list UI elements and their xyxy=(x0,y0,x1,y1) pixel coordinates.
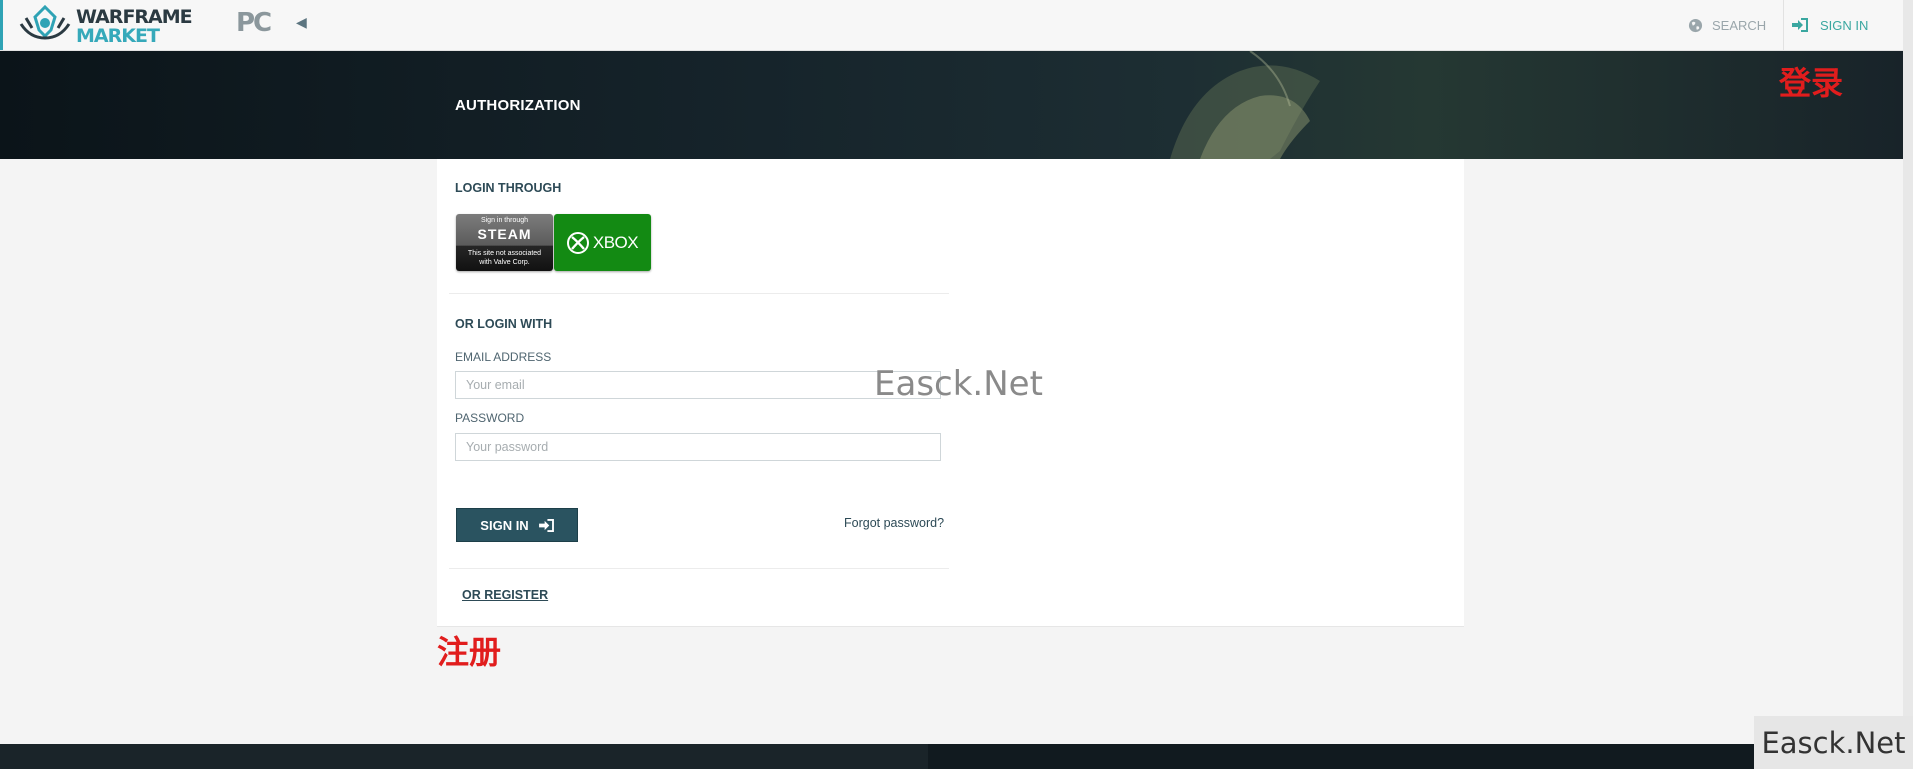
watermark-corner: Easck.Net xyxy=(1754,716,1913,769)
sign-in-icon xyxy=(1792,18,1808,32)
lotus-logo-icon xyxy=(19,4,71,40)
logo-text-market: MARKET xyxy=(76,25,160,47)
divider xyxy=(449,568,949,569)
email-field[interactable] xyxy=(455,371,941,399)
steam-logo-text: STEAM xyxy=(477,226,532,242)
sign-in-button[interactable]: SIGN IN xyxy=(456,508,578,542)
register-link[interactable]: OR REGISTER xyxy=(462,588,548,602)
xbox-logo-icon xyxy=(566,231,589,254)
caret-left-icon[interactable]: ◀ xyxy=(296,14,307,31)
xbox-label: XBOX xyxy=(592,232,639,252)
steam-note-line2: with Valve Corp. xyxy=(479,259,530,266)
footer-left xyxy=(0,744,928,769)
watermark-center: Easck.Net xyxy=(874,364,1043,404)
nav-signin-label: SIGN IN xyxy=(1820,17,1869,33)
login-through-heading: LOGIN THROUGH xyxy=(455,181,562,195)
nav-search-link[interactable]: SEARCH xyxy=(1688,0,1782,50)
steam-signin-button[interactable]: Sign in through STEAM This site not asso… xyxy=(456,214,553,271)
page-title: AUTHORIZATION xyxy=(455,97,581,114)
annotation-register: 注册 xyxy=(437,633,502,671)
annotation-login: 登录 xyxy=(1779,64,1844,102)
logo-accent-bar xyxy=(0,0,3,50)
hero-banner: AUTHORIZATION xyxy=(0,51,1903,159)
password-label: PASSWORD xyxy=(455,411,525,425)
nav-search-label: SEARCH xyxy=(1712,17,1767,33)
banner-artwork xyxy=(1170,51,1320,159)
password-field[interactable] xyxy=(455,433,941,461)
top-navbar: WARFRAME MARKET PC ◀ SEARCH SIGN IN xyxy=(0,0,1903,51)
steam-note-line1: This site not associated xyxy=(467,250,542,257)
forgot-password-link[interactable]: Forgot password? xyxy=(844,516,944,530)
steam-small-text: Sign in through xyxy=(480,217,529,224)
login-with-heading: OR LOGIN WITH xyxy=(455,317,553,331)
warframe-market-logo[interactable]: WARFRAME MARKET xyxy=(18,4,198,47)
nav-signin-link[interactable]: SIGN IN xyxy=(1792,0,1882,50)
divider xyxy=(449,293,949,294)
platform-selector[interactable]: PC xyxy=(236,8,272,38)
sign-in-icon xyxy=(538,518,554,532)
xbox-signin-button[interactable]: XBOX xyxy=(554,214,651,271)
page-scrollbar[interactable] xyxy=(1903,0,1913,769)
sign-in-button-label: SIGN IN xyxy=(480,517,529,533)
nav-divider xyxy=(1783,0,1784,50)
globe-icon xyxy=(1688,18,1703,32)
email-label: EMAIL ADDRESS xyxy=(455,350,552,364)
